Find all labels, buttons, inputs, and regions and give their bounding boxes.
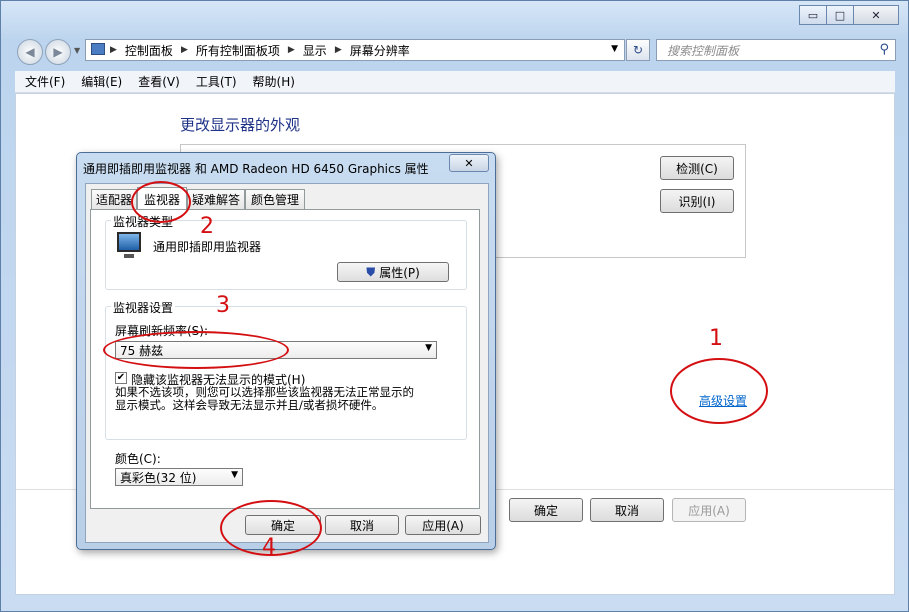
menu-view[interactable]: 查看(V)	[138, 73, 180, 90]
ok-button[interactable]: 确定	[509, 498, 583, 522]
close-button[interactable]: ✕	[853, 5, 899, 25]
tab-troubleshoot[interactable]: 疑难解答	[187, 189, 245, 209]
forward-button[interactable]: ▶	[45, 39, 71, 65]
close-icon: ✕	[464, 156, 474, 170]
shield-icon: ⛊	[366, 264, 376, 279]
monitor-stand	[124, 254, 134, 258]
breadcrumb-separator-icon: ▶	[110, 45, 117, 55]
color-depth-value: 真彩色(32 位)	[120, 470, 197, 485]
close-icon: ✕	[871, 8, 881, 22]
minimize-icon: ▭	[807, 8, 819, 22]
annotation-step-3: 3	[216, 293, 230, 318]
breadcrumb-separator-icon: ▶	[287, 45, 295, 55]
monitor-name: 通用即插即用监视器	[153, 240, 262, 254]
monitor-settings-label: 监视器设置	[111, 299, 176, 316]
hide-modes-checkbox[interactable]: ✔	[115, 372, 127, 384]
breadcrumb-separator-icon: ▶	[180, 45, 188, 55]
tab-color-management[interactable]: 颜色管理	[245, 189, 305, 209]
menu-edit[interactable]: 编辑(E)	[81, 73, 122, 90]
menu-bar: 文件(F) 编辑(E) 查看(V) 工具(T) 帮助(H)	[15, 71, 895, 93]
check-icon: ✔	[116, 372, 126, 383]
monitor-icon	[117, 232, 141, 252]
back-button[interactable]: ◀	[17, 39, 43, 65]
annotation-circle-refresh-rate	[103, 331, 289, 369]
menu-help[interactable]: 帮助(H)	[253, 73, 295, 90]
address-dropdown-icon[interactable]: ▼	[611, 44, 618, 54]
breadcrumb-separator-icon: ▶	[334, 45, 342, 55]
control-panel-icon	[91, 43, 105, 55]
menu-tools[interactable]: 工具(T)	[196, 73, 237, 90]
chevron-down-icon: ▼	[231, 470, 238, 480]
search-input[interactable]: 搜索控制面板 ⚲	[656, 39, 896, 61]
annotation-circle-advanced	[670, 358, 768, 424]
maximize-icon: □	[834, 8, 846, 22]
properties-label: 属性(P)	[379, 265, 420, 280]
properties-button[interactable]: ⛊ 属性(P)	[337, 262, 449, 282]
annotation-step-2: 2	[200, 214, 214, 239]
address-bar[interactable]: ▶ 控制面板 ▶ 所有控制面板项 ▶ 显示 ▶ 屏幕分辨率 ▼	[85, 39, 625, 61]
identify-button[interactable]: 识别(I)	[660, 189, 734, 213]
dialog-cancel-button[interactable]: 取消	[325, 515, 399, 535]
apply-button[interactable]: 应用(A)	[672, 498, 746, 522]
cancel-button[interactable]: 取消	[590, 498, 664, 522]
breadcrumb-screen-resolution[interactable]: 屏幕分辨率	[350, 42, 410, 59]
breadcrumb-display[interactable]: 显示	[303, 42, 327, 59]
color-label: 颜色(C):	[115, 452, 161, 466]
minimize-button[interactable]: ▭	[799, 5, 827, 25]
annotation-step-1: 1	[709, 326, 723, 351]
search-icon[interactable]: ⚲	[879, 42, 889, 57]
tab-adapter[interactable]: 适配器	[91, 189, 137, 209]
annotation-step-4: 4	[262, 535, 276, 560]
annotation-circle-monitor-tab	[131, 181, 191, 223]
chevron-down-icon: ▼	[425, 343, 432, 353]
refresh-button[interactable]: ↻	[626, 39, 650, 61]
breadcrumb-control-panel[interactable]: 控制面板	[125, 42, 173, 59]
dialog-apply-button[interactable]: 应用(A)	[405, 515, 481, 535]
dialog-close-button[interactable]: ✕	[449, 154, 489, 172]
history-dropdown-icon[interactable]: ▼	[74, 46, 80, 55]
detect-button[interactable]: 检测(C)	[660, 156, 734, 180]
menu-file[interactable]: 文件(F)	[25, 73, 65, 90]
page-title: 更改显示器的外观	[180, 116, 301, 134]
maximize-button[interactable]: □	[826, 5, 854, 25]
refresh-icon: ↻	[632, 43, 644, 57]
forward-arrow-icon: ▶	[53, 45, 63, 59]
warning-line-2: 显示模式。这样会导致无法显示并且/或者损坏硬件。	[115, 398, 384, 412]
search-placeholder: 搜索控制面板	[667, 43, 740, 58]
warning-text: 如果不选该项，则您可以选择那些该监视器无法正常显示的 显示模式。这样会导致无法显…	[115, 386, 459, 412]
back-arrow-icon: ◀	[25, 45, 35, 59]
breadcrumb-all-items[interactable]: 所有控制面板项	[196, 42, 280, 59]
color-depth-select[interactable]: 真彩色(32 位) ▼	[115, 468, 243, 486]
dialog-title: 通用即插即用监视器 和 AMD Radeon HD 6450 Graphics …	[83, 162, 429, 176]
